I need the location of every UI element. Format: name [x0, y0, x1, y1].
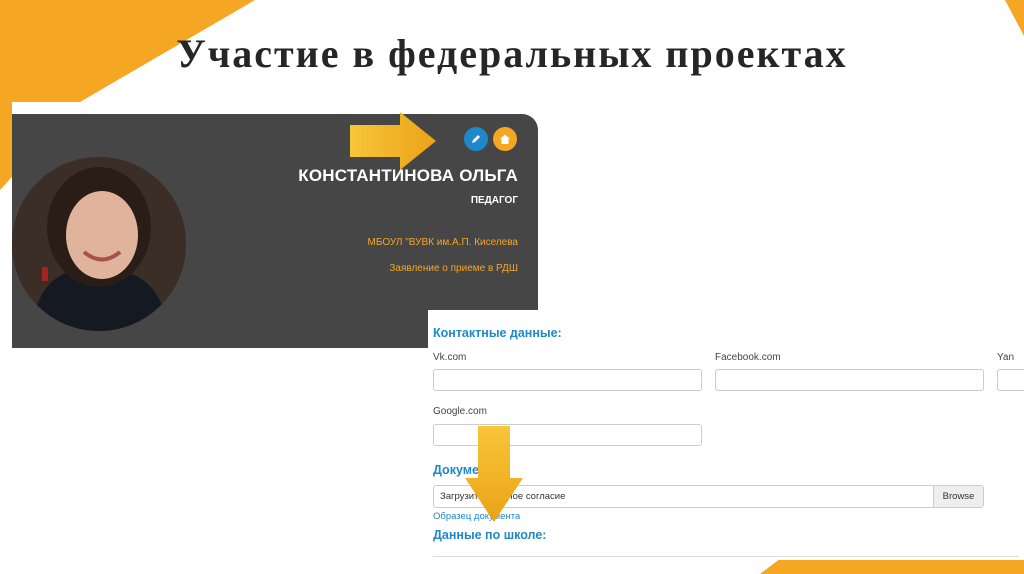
slide-title: Участие в федеральных проектах — [176, 31, 848, 76]
contacts-heading: Контактные данные: — [433, 326, 562, 340]
house-icon — [500, 134, 510, 144]
arrow-down-icon — [465, 426, 523, 522]
profile-role: ПЕДАГОГ — [470, 195, 518, 206]
vk-field[interactable] — [433, 369, 702, 391]
browse-button[interactable]: Browse — [933, 486, 983, 507]
edit-profile-button[interactable] — [464, 127, 488, 151]
application-link[interactable]: Заявление о приеме в РДШ — [389, 263, 518, 274]
avatar — [12, 157, 186, 331]
arrow-right-icon — [350, 112, 436, 170]
yandex-label: Yan — [997, 352, 1015, 363]
school-data-heading: Данные по школе: — [433, 528, 547, 542]
facebook-label: Facebook.com — [715, 352, 781, 363]
pencil-icon — [472, 135, 480, 143]
vk-label: Vk.com — [433, 352, 467, 363]
facebook-field[interactable] — [715, 369, 984, 391]
profile-school: МБОУЛ "ВУВК им.А.П. Киселева — [367, 237, 518, 248]
yandex-field[interactable] — [997, 369, 1024, 391]
divider — [433, 556, 1018, 557]
home-button[interactable] — [493, 127, 517, 151]
google-label: Google.com — [433, 406, 487, 417]
